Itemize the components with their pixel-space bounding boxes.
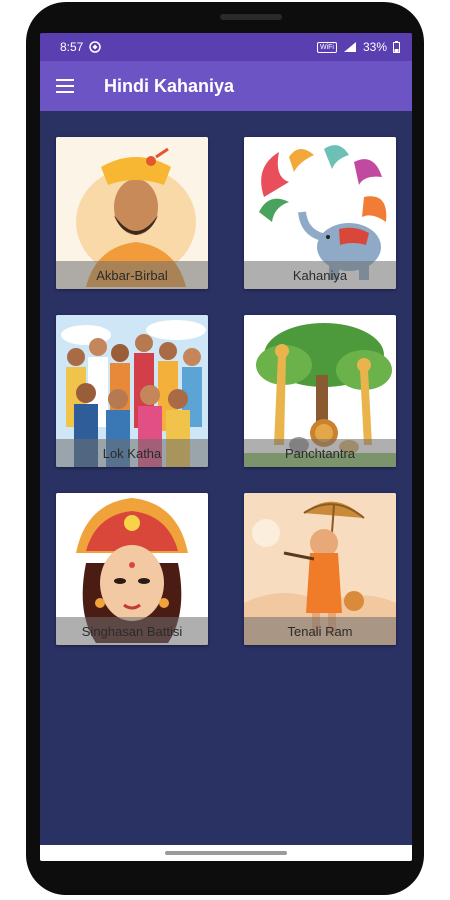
status-time: 8:57 <box>60 40 84 54</box>
hamburger-menu-icon <box>56 79 74 93</box>
category-label: Panchtantra <box>244 439 396 467</box>
status-bar: 8:57 WiFi 33% <box>40 33 412 61</box>
category-label: Tenali Ram <box>244 617 396 645</box>
app-screen: 8:57 WiFi 33% Hindi Kahaniya Akbar-Birba… <box>40 33 412 861</box>
category-label: Lok Katha <box>56 439 208 467</box>
signal-icon <box>343 42 356 52</box>
category-card-panchtantra[interactable]: Panchtantra <box>244 315 396 467</box>
menu-button[interactable] <box>40 61 90 111</box>
category-card-kahaniya[interactable]: Kahaniya <box>244 137 396 289</box>
category-label: Singhasan Battisi <box>56 617 208 645</box>
navigation-bar <box>40 845 412 861</box>
category-card-akbar-birbal[interactable]: Akbar-Birbal <box>56 137 208 289</box>
battery-percent: 33% <box>362 40 387 54</box>
category-label: Akbar-Birbal <box>56 261 208 289</box>
app-title: Hindi Kahaniya <box>104 75 235 96</box>
phone-speaker <box>220 14 282 20</box>
category-card-tenali-ram[interactable]: Tenali Ram <box>244 493 396 645</box>
category-card-singhasan-battisi[interactable]: Singhasan Battisi <box>56 493 208 645</box>
app-bar: Hindi Kahaniya <box>40 61 412 111</box>
wifi-tag: WiFi <box>316 41 337 53</box>
category-label: Kahaniya <box>244 261 396 289</box>
category-card-lok-katha[interactable]: Lok Katha <box>56 315 208 467</box>
notification-icon <box>89 41 102 53</box>
home-gesture-handle[interactable] <box>165 851 287 855</box>
battery-icon <box>393 41 400 53</box>
